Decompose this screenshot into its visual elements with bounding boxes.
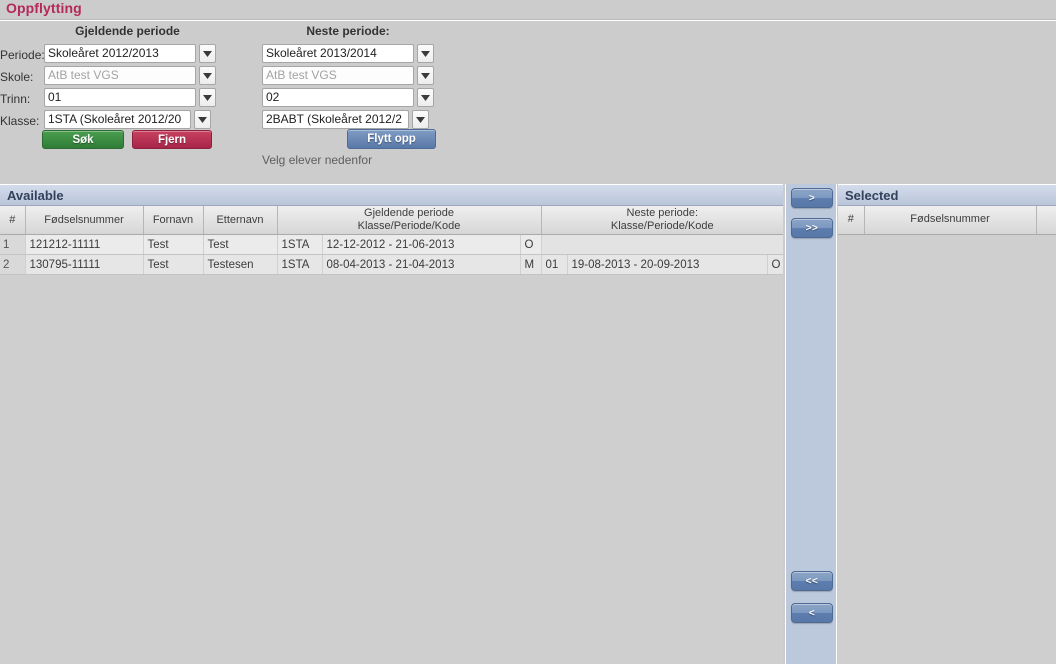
cell-fornavn: Test — [143, 254, 204, 275]
cell-cur-klasse: 1STA — [277, 234, 323, 255]
current-skole-field[interactable]: AtB test VGS — [44, 66, 216, 85]
label-klasse: Klasse: — [0, 114, 40, 128]
filter-form: Gjeldende periode Neste periode: Periode… — [0, 22, 1056, 168]
available-header-row: # Fødselsnummer Fornavn Etternavn Gjelde… — [0, 206, 784, 235]
chevron-down-icon[interactable] — [199, 66, 216, 85]
current-klasse-input[interactable]: 1STA (Skoleåret 2012/20 — [44, 110, 191, 129]
transfer-button-column: > >> << < — [785, 184, 837, 664]
chevron-down-icon[interactable] — [417, 66, 434, 85]
col-fornavn[interactable]: Fornavn — [143, 206, 204, 235]
current-trinn-input[interactable]: 01 — [44, 88, 196, 107]
cell-fornavn: Test — [143, 234, 204, 255]
current-periode-field[interactable]: Skoleåret 2012/2013 — [44, 44, 216, 63]
cell-cur-kode: O — [520, 234, 542, 255]
col-gjeldende-line2: Klasse/Periode/Kode — [357, 220, 461, 232]
chevron-down-icon[interactable] — [412, 110, 429, 129]
col-etternavn[interactable]: Etternavn — [203, 206, 278, 235]
next-klasse-field[interactable]: 2BABT (Skoleåret 2012/2 — [262, 110, 429, 129]
page-title: Oppflytting — [6, 0, 82, 16]
col-neste-line2: Klasse/Periode/Kode — [610, 220, 714, 232]
next-trinn-field[interactable]: 02 — [262, 88, 434, 107]
oppflytting-page: Oppflytting Gjeldende periode Neste peri… — [0, 0, 1056, 664]
available-empty-space — [0, 275, 783, 655]
cell-cur-klasse: 1STA — [277, 254, 323, 275]
selection-hint: Velg elever nedenfor — [262, 153, 373, 167]
cell-next-kode — [767, 234, 784, 255]
cell-next-klasse: 01 — [541, 254, 568, 275]
cell-fodselsnummer: 121212-11111 — [25, 234, 144, 255]
selected-panel-header: Selected — [838, 184, 1056, 206]
chevron-down-icon[interactable] — [194, 110, 211, 129]
col-fodselsnummer[interactable]: Fødselsnummer — [25, 206, 144, 235]
cell-index: 2 — [0, 254, 26, 275]
move-left-all-button[interactable]: << — [791, 571, 833, 591]
next-klasse-input[interactable]: 2BABT (Skoleåret 2012/2 — [262, 110, 409, 129]
move-left-one-button[interactable]: < — [791, 603, 833, 623]
title-divider — [0, 19, 1056, 21]
cell-next-kode: O — [767, 254, 784, 275]
next-skole-field[interactable]: AtB test VGS — [262, 66, 434, 85]
available-table: # Fødselsnummer Fornavn Etternavn Gjelde… — [0, 206, 784, 275]
label-trinn: Trinn: — [0, 92, 31, 106]
cell-etternavn: Test — [203, 234, 278, 255]
col-neste-periode[interactable]: Neste periode: Klasse/Periode/Kode — [541, 206, 784, 235]
cell-cur-kode: M — [520, 254, 542, 275]
next-periode-field[interactable]: Skoleåret 2013/2014 — [262, 44, 434, 63]
col-gjeldende-periode[interactable]: Gjeldende periode Klasse/Periode/Kode — [277, 206, 542, 235]
current-periode-input[interactable]: Skoleåret 2012/2013 — [44, 44, 196, 63]
move-right-all-button[interactable]: >> — [791, 218, 833, 238]
cell-next-klasse — [541, 234, 568, 255]
selected-col-index[interactable]: # — [838, 206, 865, 235]
selected-col-extra[interactable] — [1036, 206, 1056, 235]
chevron-down-icon[interactable] — [199, 44, 216, 63]
remove-button[interactable]: Fjern — [132, 130, 212, 149]
cell-index: 1 — [0, 234, 26, 255]
table-row[interactable]: 2 130795-11111 Test Testesen 1STA 08-04-… — [0, 254, 784, 275]
current-trinn-field[interactable]: 01 — [44, 88, 216, 107]
current-klasse-field[interactable]: 1STA (Skoleåret 2012/20 — [44, 110, 211, 129]
col-gjeldende-line1: Gjeldende periode — [364, 207, 454, 219]
cell-cur-periode: 12-12-2012 - 21-06-2013 — [322, 234, 521, 255]
next-period-heading: Neste periode: — [306, 24, 390, 38]
search-button[interactable]: Søk — [42, 130, 124, 149]
selected-panel: Selected # Fødselsnummer — [838, 184, 1056, 664]
move-up-button[interactable]: Flytt opp — [347, 129, 436, 149]
cell-etternavn: Testesen — [203, 254, 278, 275]
next-skole-input[interactable]: AtB test VGS — [262, 66, 414, 85]
cell-next-periode: 19-08-2013 - 20-09-2013 — [567, 254, 768, 275]
selected-table: # Fødselsnummer — [838, 206, 1056, 235]
chevron-down-icon[interactable] — [417, 44, 434, 63]
next-periode-input[interactable]: Skoleåret 2013/2014 — [262, 44, 414, 63]
label-periode: Periode: — [0, 48, 45, 62]
selected-empty-space — [838, 234, 1056, 655]
available-panel-header: Available — [0, 184, 783, 206]
available-panel: Available # Fødselsnummer Fornavn Ettern… — [0, 184, 784, 664]
label-skole: Skole: — [0, 70, 34, 84]
next-trinn-input[interactable]: 02 — [262, 88, 414, 107]
col-neste-line1: Neste periode: — [626, 207, 699, 219]
selected-header-row: # Fødselsnummer — [838, 206, 1056, 235]
chevron-down-icon[interactable] — [417, 88, 434, 107]
chevron-down-icon[interactable] — [199, 88, 216, 107]
available-table-body: 1 121212-11111 Test Test 1STA 12-12-2012… — [0, 234, 784, 275]
current-period-heading: Gjeldende periode — [75, 24, 180, 38]
col-index[interactable]: # — [0, 206, 26, 235]
cell-next-periode — [567, 234, 768, 255]
current-skole-input[interactable]: AtB test VGS — [44, 66, 196, 85]
table-row[interactable]: 1 121212-11111 Test Test 1STA 12-12-2012… — [0, 234, 784, 255]
move-right-one-button[interactable]: > — [791, 188, 833, 208]
cell-cur-periode: 08-04-2013 - 21-04-2013 — [322, 254, 521, 275]
selected-col-fodselsnummer[interactable]: Fødselsnummer — [864, 206, 1037, 235]
cell-fodselsnummer: 130795-11111 — [25, 254, 144, 275]
